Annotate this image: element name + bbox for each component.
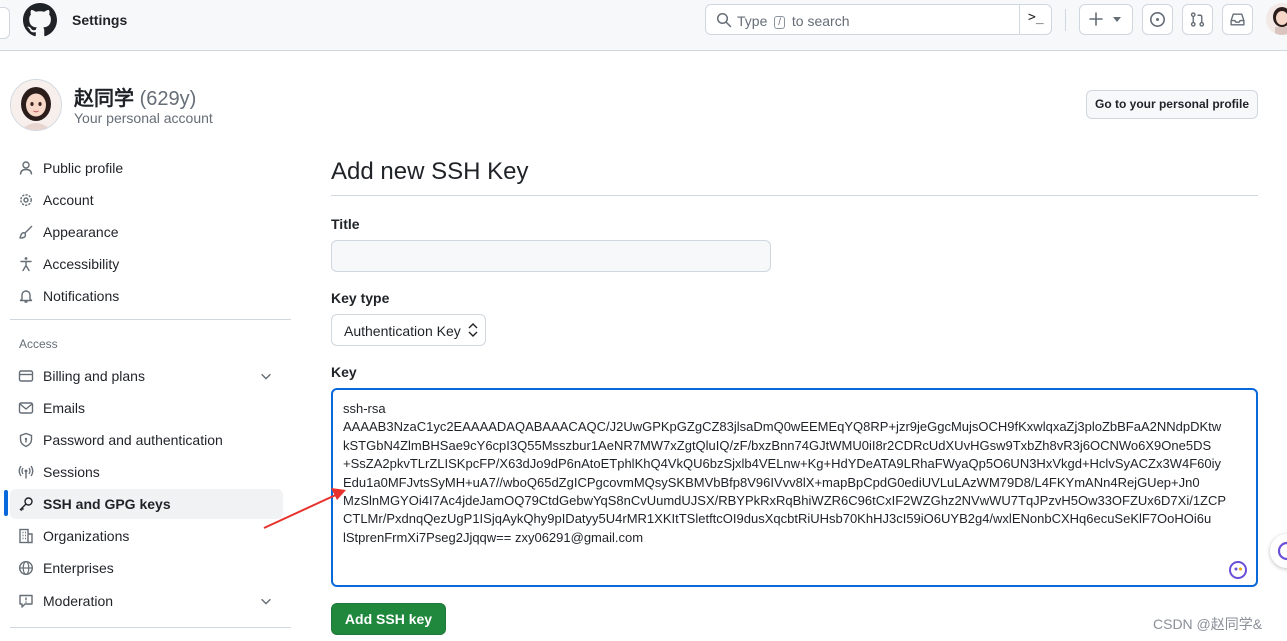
- floating-assistant-button[interactable]: [1270, 534, 1287, 568]
- inbox-icon: [1230, 13, 1245, 26]
- create-new-button[interactable]: [1079, 4, 1133, 35]
- annotation-arrow-icon: [263, 488, 346, 529]
- plus-icon: [1089, 12, 1103, 26]
- header-divider: [1065, 9, 1066, 31]
- search-input[interactable]: Type / to search >_: [705, 4, 1052, 35]
- command-palette-button[interactable]: >_: [1019, 5, 1050, 34]
- watermark-text: CSDN @赵同学&: [1153, 616, 1263, 632]
- sidebar-item-moderation[interactable]: Moderation: [10, 586, 283, 616]
- report-icon: [19, 594, 33, 608]
- title-input[interactable]: [331, 240, 771, 272]
- user-avatar[interactable]: [1266, 3, 1287, 35]
- select-arrows-icon: [468, 323, 478, 337]
- search-placeholder: Type / to search: [737, 13, 850, 29]
- pull-requests-button[interactable]: [1182, 4, 1213, 35]
- add-ssh-key-button[interactable]: Add SSH key: [331, 603, 446, 635]
- inbox-button[interactable]: [1222, 4, 1253, 35]
- git-pull-request-icon: [1190, 12, 1205, 27]
- issue-opened-icon: [1150, 12, 1165, 27]
- sidebar-item-enterprises[interactable]: Enterprises: [10, 553, 283, 583]
- chevron-down-icon: [261, 598, 271, 605]
- assistant-icon: [1277, 541, 1287, 561]
- page-title: Add new SSH Key: [331, 158, 529, 185]
- key-content: ssh-rsa AAAAB3NzaC1yc2EAAAADAQABAAACAQC/…: [343, 401, 1227, 545]
- issues-button[interactable]: [1142, 4, 1173, 35]
- key-textarea[interactable]: ssh-rsa AAAAB3NzaC1yc2EAAAADAQABAAACAQC/…: [331, 388, 1258, 587]
- sidebar-divider: [10, 627, 291, 628]
- triangle-down-icon: [1113, 17, 1121, 22]
- search-icon: [716, 12, 732, 28]
- key-type-value: Authentication Key: [344, 323, 461, 339]
- globe-icon: [18, 560, 34, 576]
- grammar-assistant-icon[interactable]: [1228, 560, 1248, 580]
- terminal-icon: >_: [1028, 10, 1044, 25]
- personal-profile-button[interactable]: Go to your personal profile: [1086, 90, 1258, 119]
- heading-divider: [331, 195, 1258, 196]
